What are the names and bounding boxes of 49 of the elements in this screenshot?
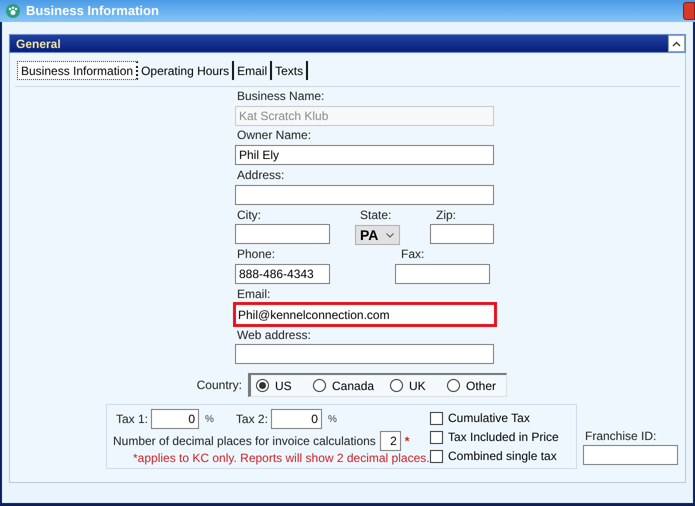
field-label: Zip: (436, 208, 456, 222)
checkbox-option[interactable]: Cumulative Tax (430, 411, 559, 425)
tab[interactable]: Operating Hours (138, 61, 234, 80)
checkbox-option[interactable]: Tax Included in Price (430, 430, 559, 444)
text-field[interactable] (235, 344, 494, 364)
radio-option[interactable]: Canada (313, 376, 390, 394)
panel-title: General (16, 36, 61, 52)
field-label: Address: (237, 168, 286, 182)
tab[interactable]: Business Information (17, 61, 138, 80)
chevron-icon (672, 40, 681, 46)
text-field[interactable] (395, 264, 490, 284)
tab[interactable]: Email (234, 61, 272, 80)
tab[interactable]: Texts (272, 61, 308, 80)
text-field[interactable]: 0 (151, 409, 200, 429)
decimal-note: *applies to KC only. Reports will show 2 decimal places. (133, 451, 429, 465)
text-field[interactable] (235, 224, 330, 244)
field-label: Business Name: (237, 89, 326, 103)
field-label: Country: (196, 378, 242, 392)
text-field[interactable] (235, 185, 494, 205)
window-title: Business Information (26, 2, 159, 20)
unit-label: % (205, 412, 214, 426)
field-label: Number of decimal places for invoice calculations (113, 434, 376, 448)
radio-option[interactable]: UK (390, 376, 447, 394)
chevron-down-icon (386, 232, 394, 238)
text-field[interactable]: 888-486-4343 (235, 264, 330, 284)
text-field[interactable] (583, 445, 678, 465)
field-label: Tax 2: (236, 412, 268, 426)
unit-label: % (328, 412, 337, 426)
field-label: City: (237, 208, 262, 222)
field-label: State: (360, 208, 392, 222)
collapse-button[interactable] (668, 35, 685, 52)
text-field[interactable]: 0 (270, 409, 322, 429)
text-field[interactable]: Phil Ely (235, 145, 494, 165)
field-label: Phone: (237, 247, 276, 261)
field-label: Owner Name: (237, 128, 312, 142)
state-dropdown[interactable]: PA (355, 225, 400, 245)
radio-option[interactable]: Other (447, 376, 496, 394)
radio-option[interactable]: US (256, 376, 313, 394)
text-field[interactable] (430, 224, 494, 244)
field-label: Tax 1: (116, 412, 148, 426)
field-label: Web address: (237, 328, 312, 342)
text-field[interactable]: 2 (380, 431, 401, 451)
checkbox-option[interactable]: Combined single tax (430, 449, 559, 463)
paw-icon (6, 4, 20, 18)
field-label: Franchise ID: (585, 429, 658, 443)
required-mark: * (404, 433, 410, 450)
field-label: Fax: (401, 247, 424, 261)
email-field[interactable]: Phil@kennelconnection.com (233, 302, 497, 327)
field-label: Email: (237, 287, 272, 301)
